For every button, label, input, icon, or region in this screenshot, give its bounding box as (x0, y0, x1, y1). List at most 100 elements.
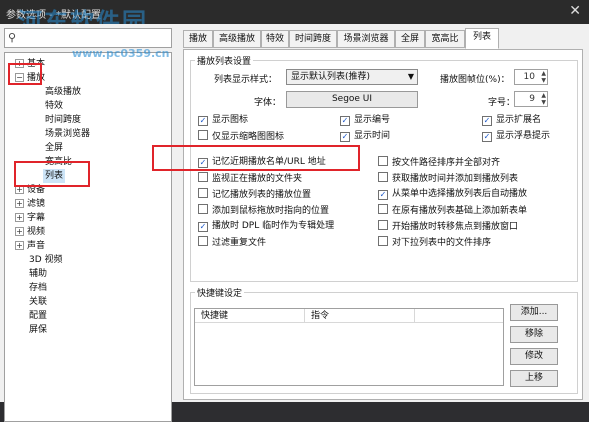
font-size-spinner[interactable]: 9 ▲ ▼ (514, 91, 548, 107)
tree-item-screensaver[interactable]: 屏保 (29, 323, 47, 337)
style-label: 列表显示样式： (214, 75, 278, 85)
list-header: 快捷键 指令 (195, 309, 503, 323)
checkmark-icon[interactable]: ✓ (340, 116, 350, 126)
tree-item-association[interactable]: 关联 (29, 295, 47, 309)
spinner-arrows-icon[interactable]: ▲ ▼ (541, 92, 546, 106)
tab-fullscreen[interactable]: 全屏 (395, 30, 425, 48)
checkbox-icon[interactable] (378, 172, 388, 182)
tree-item-3d-video[interactable]: 3D 视频 (29, 253, 63, 267)
tree-item-config[interactable]: 配置 (29, 309, 47, 323)
checkbox-label: 在原有播放列表基础上添加新表单 (392, 206, 528, 216)
playlist-option-checkbox[interactable]: 在原有播放列表基础上添加新表单 (378, 204, 527, 216)
checkbox-label: 显示编号 (354, 115, 391, 125)
highlight-box (152, 145, 360, 171)
thumb-label: 播放图帧位(%)： (440, 75, 510, 85)
tree-search-box[interactable]: ⚲ (4, 28, 172, 48)
checkbox-label: 记忆播放列表的播放位置 (212, 190, 312, 200)
size-label: 字号： (488, 98, 516, 108)
display-option-checkbox[interactable]: ✓ 显示扩展名 (482, 114, 541, 126)
checkbox-icon[interactable] (378, 220, 388, 230)
playlist-option-checkbox[interactable]: 按文件路径排序并全部对齐 (378, 156, 500, 168)
checkmark-icon[interactable]: ✓ (198, 222, 208, 232)
checkbox-icon[interactable] (198, 172, 208, 182)
list-style-select[interactable]: 显示默认列表(推荐) ▼ (286, 69, 418, 85)
expand-icon[interactable]: + (15, 199, 24, 208)
checkmark-icon[interactable]: ✓ (198, 116, 208, 126)
category-tree[interactable]: + 基本 − 播放 高级播放 特效 时间跨度 场景浏览器 全屏 宽高比 列表 + 设备… (4, 52, 172, 422)
tree-item-effects[interactable]: 特效 (45, 99, 63, 113)
checkbox-label: 过滤重复文件 (212, 238, 267, 248)
tree-item-scene-browser[interactable]: 场景浏览器 (45, 127, 90, 141)
tree-item-subtitles[interactable]: + 字幕 (15, 211, 45, 225)
search-icon: ⚲ (8, 31, 17, 44)
tab-time-span[interactable]: 时间跨度 (289, 30, 337, 48)
display-option-checkbox[interactable]: ✓ 显示编号 (340, 114, 390, 126)
shortcut-list[interactable]: 快捷键 指令 (194, 308, 504, 386)
tab-effects[interactable]: 特效 (261, 30, 289, 48)
checkbox-label: 开始播放时转移焦点到播放窗口 (392, 222, 519, 232)
tab-scene-browser[interactable]: 场景浏览器 (337, 30, 395, 48)
display-option-checkbox[interactable]: ✓ 显示图标 (198, 114, 248, 126)
tree-item-advanced-playback[interactable]: 高级播放 (45, 85, 81, 99)
watermark-url: www.pc0359.cn (72, 47, 170, 60)
checkbox-label: 显示浮悬提示 (496, 131, 551, 141)
checkmark-icon[interactable]: ✓ (340, 132, 350, 142)
tree-item-video[interactable]: + 视频 (15, 225, 45, 239)
playlist-option-checkbox[interactable]: 对下拉列表中的文件排序 (378, 236, 491, 248)
settings-panel: 播放列表设置 列表显示样式： 显示默认列表(推荐) ▼ 播放图帧位(%)： 10 ▲… (183, 49, 583, 400)
modify-shortcut-button[interactable]: 修改 (510, 348, 558, 365)
tree-item-archive[interactable]: 存档 (29, 281, 47, 295)
expand-icon[interactable]: + (15, 241, 24, 250)
display-option-checkbox[interactable]: ✓ 显示浮悬提示 (482, 130, 550, 142)
checkbox-icon[interactable] (378, 204, 388, 214)
expand-icon[interactable]: + (15, 213, 24, 222)
checkmark-icon[interactable]: ✓ (378, 190, 388, 200)
font-label: 字体： (254, 98, 282, 108)
playlist-option-checkbox[interactable]: 监视正在播放的文件夹 (198, 172, 302, 184)
checkbox-icon[interactable] (198, 204, 208, 214)
checkmark-icon[interactable]: ✓ (482, 132, 492, 142)
font-picker-button[interactable]: Segoe UI (286, 91, 418, 108)
dialog-body: ⚲ + 基本 − 播放 高级播放 特效 时间跨度 场景浏览器 全屏 宽高比 列表 +… (0, 24, 589, 422)
display-option-checkbox[interactable]: 仅显示缩略图图标 (198, 130, 284, 142)
spinner-arrows-icon[interactable]: ▲ ▼ (541, 70, 546, 84)
checkbox-label: 仅显示缩略图图标 (212, 132, 285, 142)
tab-playback[interactable]: 播放 (183, 30, 213, 48)
tree-item-time-span[interactable]: 时间跨度 (45, 113, 81, 127)
column-shortcut-key[interactable]: 快捷键 (195, 309, 305, 323)
group-title: 播放列表设置 (195, 54, 254, 67)
add-shortcut-button[interactable]: 添加... (510, 304, 558, 321)
tree-item-audio[interactable]: + 声音 (15, 239, 45, 253)
checkbox-label: 添加到鼠标拖放时指向的位置 (212, 206, 330, 216)
checkbox-label: 播放时 DPL 临时作为专辑处理 (212, 221, 335, 231)
playlist-option-checkbox[interactable]: 记忆播放列表的播放位置 (198, 188, 311, 200)
checkbox-icon[interactable] (198, 130, 208, 140)
display-option-checkbox[interactable]: ✓ 显示时间 (340, 130, 390, 142)
tab-playlist[interactable]: 列表 (465, 28, 499, 49)
playlist-option-checkbox[interactable]: 添加到鼠标拖放时指向的位置 (198, 204, 329, 216)
expand-icon[interactable]: + (15, 227, 24, 236)
highlight-box (8, 63, 42, 85)
checkmark-icon[interactable]: ✓ (482, 116, 492, 126)
playlist-option-checkbox[interactable]: 获取播放时间并添加到播放列表 (378, 172, 518, 184)
tree-item-assist[interactable]: 辅助 (29, 267, 47, 281)
column-command[interactable]: 指令 (305, 309, 415, 323)
tab-aspect-ratio[interactable]: 宽高比 (425, 30, 465, 48)
playlist-option-checkbox[interactable]: 开始播放时转移焦点到播放窗口 (378, 220, 518, 232)
move-up-button[interactable]: 上移 (510, 370, 558, 387)
tree-item-filters[interactable]: + 滤镜 (15, 197, 45, 211)
close-icon[interactable]: ✕ (569, 3, 581, 19)
tree-item-fullscreen[interactable]: 全屏 (45, 141, 63, 155)
playlist-option-checkbox[interactable]: ✓ 从菜单中选择播放列表后自动播放 (378, 188, 527, 200)
checkbox-icon[interactable] (378, 236, 388, 246)
checkbox-icon[interactable] (198, 188, 208, 198)
checkbox-icon[interactable] (198, 236, 208, 246)
checkbox-label: 显示时间 (354, 131, 391, 141)
tab-advanced-playback[interactable]: 高级播放 (213, 30, 261, 48)
remove-shortcut-button[interactable]: 移除 (510, 326, 558, 343)
playlist-option-checkbox[interactable]: ✓ 播放时 DPL 临时作为专辑处理 (198, 220, 334, 232)
checkbox-icon[interactable] (378, 156, 388, 166)
thumb-frame-spinner[interactable]: 10 ▲ ▼ (514, 69, 548, 85)
playlist-option-checkbox[interactable]: 过滤重复文件 (198, 236, 266, 248)
chevron-down-icon: ▼ (407, 72, 414, 81)
